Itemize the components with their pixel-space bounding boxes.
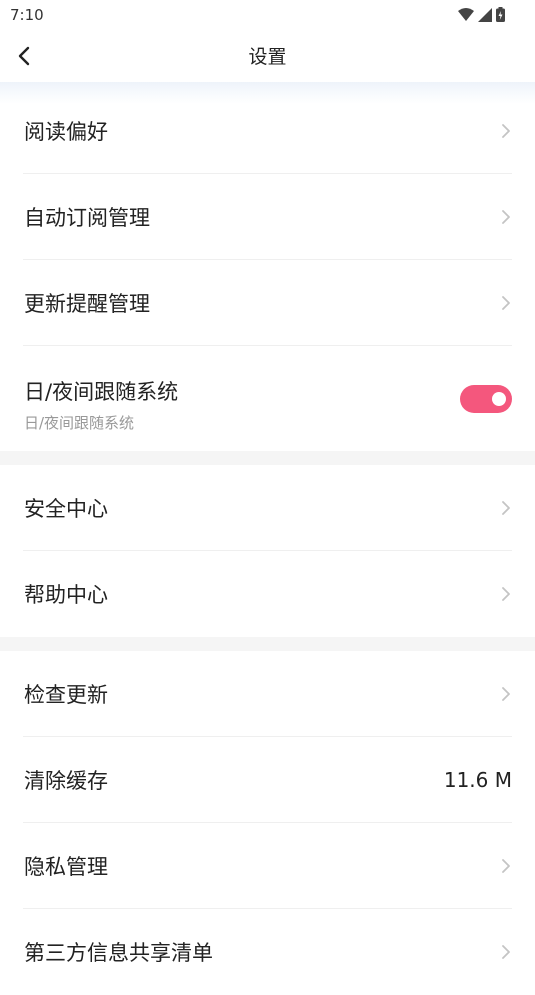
status-bar: 7:10 (0, 0, 535, 30)
settings-list: 阅读偏好 自动订阅管理 更新提醒管理 日/夜间跟随系统 日/夜间跟随系统 安全中… (0, 88, 535, 995)
chevron-right-icon (502, 209, 510, 224)
setting-label: 更新提醒管理 (24, 291, 150, 316)
setting-label: 检查更新 (24, 682, 108, 707)
chevron-right-icon (502, 500, 510, 515)
setting-auto-subscribe[interactable]: 自动订阅管理 (23, 174, 512, 260)
setting-label: 第三方信息共享清单 (24, 941, 213, 965)
cache-size-value: 11.6 M (443, 767, 512, 792)
setting-reading-preference[interactable]: 阅读偏好 (23, 88, 512, 174)
chevron-right-icon (502, 858, 510, 873)
section-divider (0, 637, 535, 651)
setting-label: 清除缓存 (24, 768, 108, 793)
status-icons (458, 7, 505, 22)
setting-help-center[interactable]: 帮助中心 (23, 551, 512, 637)
settings-section-general: 阅读偏好 自动订阅管理 更新提醒管理 日/夜间跟随系统 日/夜间跟随系统 (0, 88, 535, 451)
signal-icon (478, 7, 492, 22)
setting-label: 自动订阅管理 (24, 205, 150, 230)
settings-section-app: 检查更新 清除缓存 11.6 M 隐私管理 第三方信息共享清单 (0, 651, 535, 995)
chevron-right-icon (502, 587, 510, 601)
setting-security-center[interactable]: 安全中心 (23, 465, 512, 551)
setting-label: 阅读偏好 (24, 119, 108, 144)
setting-third-party-sharing-list[interactable]: 第三方信息共享清单 (23, 909, 512, 995)
setting-privacy-management[interactable]: 隐私管理 (23, 823, 512, 909)
setting-label: 安全中心 (24, 496, 108, 521)
settings-section-support: 安全中心 帮助中心 (0, 465, 535, 637)
chevron-right-icon (502, 945, 510, 959)
setting-update-reminder[interactable]: 更新提醒管理 (23, 260, 512, 346)
chevron-right-icon (502, 123, 510, 138)
nav-bar: 设置 (0, 30, 535, 82)
section-divider (0, 451, 535, 465)
setting-label: 帮助中心 (24, 583, 108, 607)
setting-day-night-follow-system: 日/夜间跟随系统 日/夜间跟随系统 (23, 346, 512, 451)
toggle-knob (492, 391, 506, 406)
setting-label: 隐私管理 (24, 854, 108, 879)
chevron-right-icon (502, 295, 510, 310)
status-time: 7:10 (10, 6, 44, 24)
day-night-toggle[interactable] (460, 384, 512, 413)
page-title: 设置 (248, 46, 287, 68)
setting-subtitle: 日/夜间跟随系统 (24, 414, 135, 432)
wifi-icon (458, 7, 474, 21)
setting-clear-cache[interactable]: 清除缓存 11.6 M (23, 737, 512, 823)
setting-check-update[interactable]: 检查更新 (23, 651, 512, 737)
setting-label: 日/夜间跟随系统 (24, 380, 179, 404)
chevron-right-icon (502, 686, 510, 701)
battery-icon (496, 7, 505, 22)
